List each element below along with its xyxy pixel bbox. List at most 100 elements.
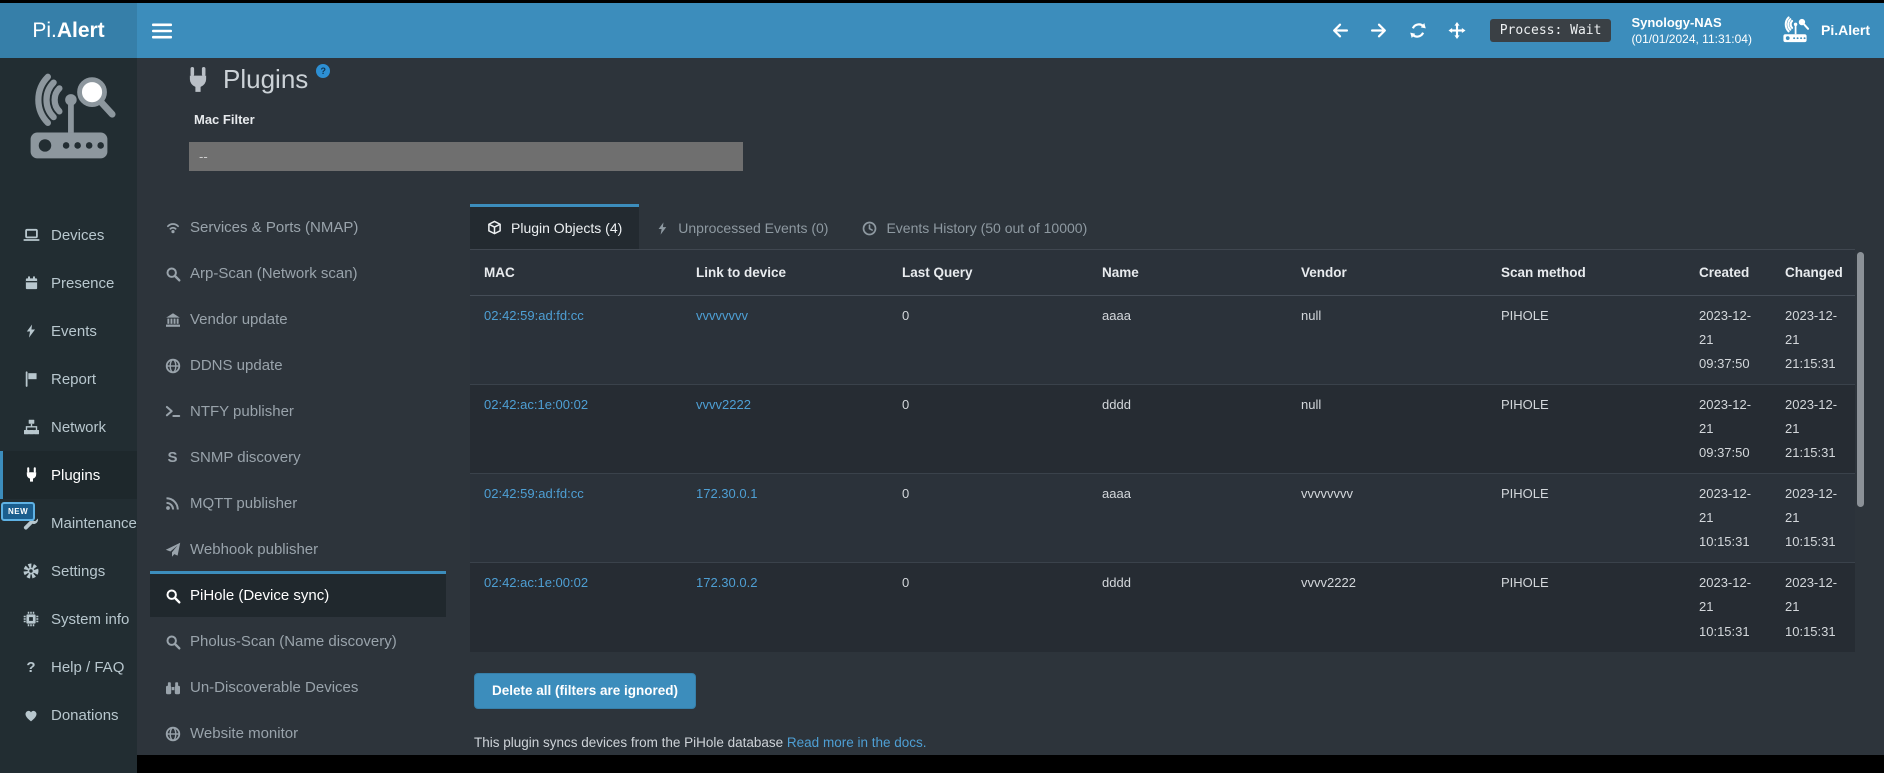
plugin-detail-panel: Plugin Objects (4) Unprocessed Events (0… [470, 204, 1855, 750]
delete-all-button[interactable]: Delete all (filters are ignored) [474, 673, 696, 709]
wifi-signal-icon [164, 220, 181, 235]
sidebar-item-label: Report [51, 371, 96, 388]
tab-unprocessed-events[interactable]: Unprocessed Events (0) [639, 204, 845, 249]
refresh-icon[interactable] [1409, 22, 1427, 39]
scan-method-cell: PIHOLE [1487, 296, 1685, 385]
tab-plugin-objects[interactable]: Plugin Objects (4) [470, 204, 639, 249]
plugin-nav-item-nmap[interactable]: Services & Ports (NMAP) [150, 203, 446, 249]
laptop-icon [22, 227, 40, 243]
plugin-nav-item-vendor-update[interactable]: Vendor update [150, 295, 446, 341]
move-icon[interactable] [1448, 22, 1466, 39]
name-cell: dddd [1088, 385, 1287, 474]
scan-method-cell: PIHOLE [1487, 474, 1685, 563]
clock-icon [862, 221, 877, 236]
name-cell: dddd [1088, 563, 1287, 652]
device-link[interactable]: vvvvvvvv [696, 308, 748, 323]
plugin-nav-label: MQTT publisher [190, 495, 297, 512]
vendor-cell: vvvv2222 [1287, 563, 1487, 652]
sidebar-item-label: Plugins [51, 467, 100, 484]
plugin-nav-item-pholus[interactable]: Pholus-Scan (Name discovery) [150, 617, 446, 663]
device-link[interactable]: 172.30.0.2 [696, 575, 757, 590]
binoculars-icon [164, 680, 181, 696]
sidebar-item-report[interactable]: Report [0, 355, 137, 403]
mac-link[interactable]: 02:42:ac:1e:00:02 [484, 397, 588, 412]
link-to-device-cell: vvvvvvvv [682, 296, 888, 385]
brand-logo[interactable]: Pi.Alert [0, 3, 137, 58]
sidebar-item-events[interactable]: Events [0, 307, 137, 355]
plug-icon [185, 67, 211, 94]
vendor-cell: null [1287, 385, 1487, 474]
table-scrollbar[interactable] [1857, 252, 1864, 507]
plugin-nav-item-mqtt[interactable]: MQTT publisher [150, 479, 446, 525]
mac-link[interactable]: 02:42:59:ad:fd:cc [484, 308, 584, 323]
plugin-nav-item-website-monitor[interactable]: Website monitor [150, 709, 446, 755]
sidebar-item-plugins[interactable]: Plugins [0, 451, 137, 499]
table-header-row: MAC Link to device Last Query Name Vendo… [470, 250, 1855, 296]
link-to-device-cell: 172.30.0.2 [682, 563, 888, 652]
sidebar-item-label: Donations [51, 707, 119, 724]
plugin-nav-item-ddns[interactable]: DDNS update [150, 341, 446, 387]
column-header-scan-method: Scan method [1487, 250, 1685, 296]
scan-method-cell: PIHOLE [1487, 563, 1685, 652]
column-header-created: Created [1685, 250, 1771, 296]
last-query-cell: 0 [888, 385, 1088, 474]
read-docs-link[interactable]: Read more in the docs. [787, 735, 927, 750]
tab-events-history[interactable]: Events History (50 out of 10000) [845, 204, 1104, 249]
plugin-nav-item-arpscan[interactable]: Arp-Scan (Network scan) [150, 249, 446, 295]
mac-link[interactable]: 02:42:ac:1e:00:02 [484, 575, 588, 590]
table-row: 02:42:59:ad:fd:cc vvvvvvvv 0 aaaa null P… [470, 296, 1855, 385]
gear-icon [22, 563, 40, 579]
sidebar-item-settings[interactable]: Settings [0, 547, 137, 595]
changed-cell: 2023-12-21 21:15:31 [1771, 385, 1855, 474]
plugin-nav-item-webhook[interactable]: Webhook publisher [150, 525, 446, 571]
question-icon: ? [22, 659, 40, 676]
last-query-cell: 0 [888, 563, 1088, 652]
globe-icon [164, 726, 181, 742]
sidebar-item-devices[interactable]: Devices [0, 211, 137, 259]
plugin-nav-item-ntfy[interactable]: NTFY publisher [150, 387, 446, 433]
host-info: Synology-NAS (01/01/2024, 11:31:04) [1631, 14, 1752, 48]
plugin-nav-label: Webhook publisher [190, 541, 318, 558]
name-cell: aaaa [1088, 474, 1287, 563]
column-header-vendor: Vendor [1287, 250, 1487, 296]
column-header-link: Link to device [682, 250, 888, 296]
mac-filter-input[interactable] [189, 142, 743, 171]
plugin-nav: Services & Ports (NMAP) Arp-Scan (Networ… [150, 203, 446, 755]
tab-label: Unprocessed Events (0) [678, 220, 828, 236]
sidebar-item-network[interactable]: Network [0, 403, 137, 451]
sidebar-item-label: Maintenance [51, 515, 137, 532]
page-title: Plugins ? [185, 60, 330, 98]
plugin-nav-item-pihole[interactable]: PiHole (Device sync) [150, 571, 446, 617]
plugin-nav-label: PiHole (Device sync) [190, 587, 329, 604]
name-cell: aaaa [1088, 296, 1287, 385]
mac-filter-label: Mac Filter [194, 112, 255, 127]
device-link[interactable]: vvvv2222 [696, 397, 751, 412]
link-to-device-cell: 172.30.0.1 [682, 474, 888, 563]
sidebar-item-donations[interactable]: Donations [0, 691, 137, 739]
sidebar: Devices Presence Events Report Network P… [0, 58, 137, 773]
plugin-nav-label: SNMP discovery [190, 449, 301, 466]
sidebar-item-presence[interactable]: Presence [0, 259, 137, 307]
forward-arrow-icon[interactable] [1370, 22, 1388, 39]
menu-toggle-icon[interactable] [152, 23, 172, 39]
plugin-nav-item-undiscoverable[interactable]: Un-Discoverable Devices [150, 663, 446, 709]
sidebar-item-system-info[interactable]: System info [0, 595, 137, 643]
sidebar-item-help-faq[interactable]: ? Help / FAQ [0, 643, 137, 691]
plugin-nav-label: Website monitor [190, 725, 298, 742]
search-icon [164, 588, 181, 604]
device-link[interactable]: 172.30.0.1 [696, 486, 757, 501]
plugin-nav-item-snmp[interactable]: S SNMP discovery [150, 433, 446, 479]
host-timestamp: (01/01/2024, 11:31:04) [1631, 31, 1752, 47]
sidebar-item-label: Presence [51, 275, 114, 292]
sidebar-item-label: Events [51, 323, 97, 340]
mac-cell: 02:42:ac:1e:00:02 [470, 385, 682, 474]
mac-cell: 02:42:59:ad:fd:cc [470, 474, 682, 563]
changed-cell: 2023-12-21 10:15:31 [1771, 563, 1855, 652]
created-cell: 2023-12-21 09:37:50 [1685, 385, 1771, 474]
help-badge-icon[interactable]: ? [316, 64, 330, 78]
brand-suffix: Alert [57, 19, 105, 43]
column-header-mac: MAC [470, 250, 682, 296]
mac-link[interactable]: 02:42:59:ad:fd:cc [484, 486, 584, 501]
back-arrow-icon[interactable] [1331, 22, 1349, 39]
pialert-logo [21, 70, 117, 170]
